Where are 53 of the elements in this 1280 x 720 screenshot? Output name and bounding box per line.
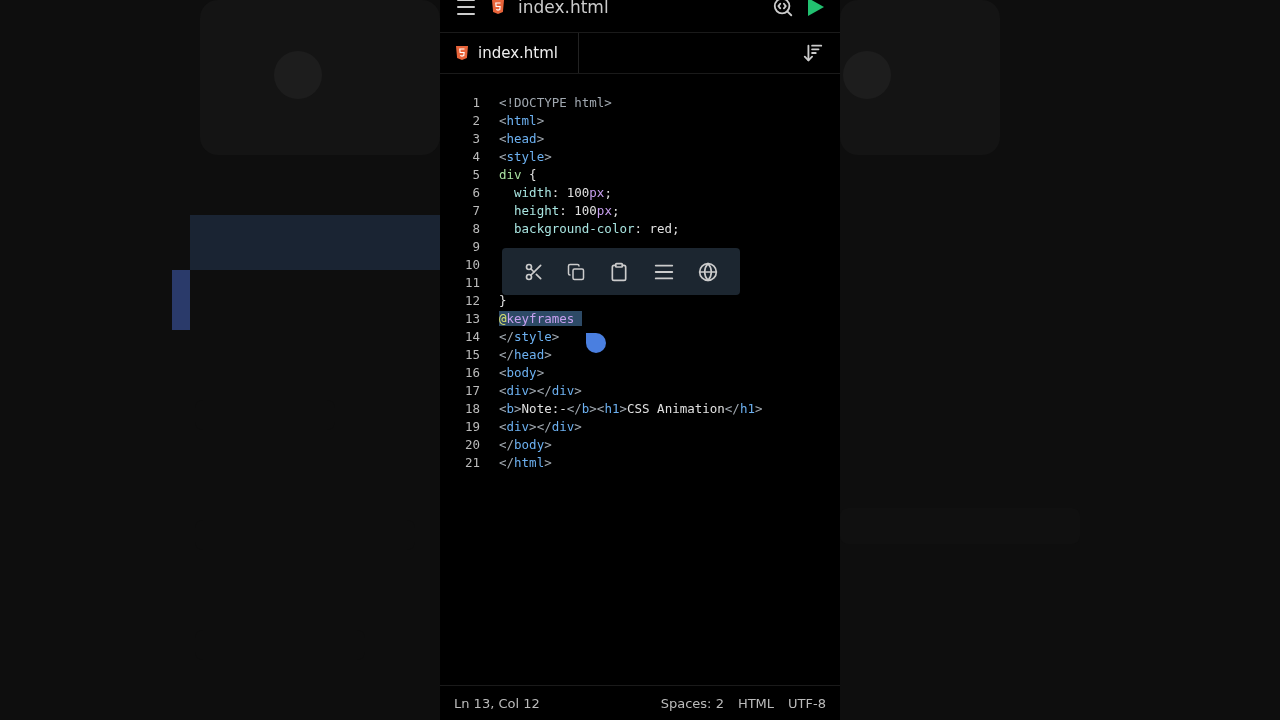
code-line: <!DOCTYPE html>: [499, 94, 612, 110]
file-title: index.html: [518, 0, 610, 17]
play-icon[interactable]: [808, 0, 824, 16]
file-tab[interactable]: index.html: [440, 33, 579, 73]
code-line: <div></div>: [499, 418, 582, 434]
line-number: 3: [471, 130, 481, 146]
line-number: 13: [463, 310, 481, 326]
line-number: 21: [463, 454, 481, 470]
line-number: 17: [463, 382, 481, 398]
line-number: 9: [471, 238, 481, 254]
line-number: 16: [463, 364, 481, 380]
cut-icon[interactable]: [523, 261, 544, 282]
code-line: </head>: [499, 346, 552, 362]
code-line: <head>: [499, 130, 545, 146]
line-number: 2: [471, 112, 481, 128]
line-number: 5: [471, 166, 481, 182]
clipboard-icon[interactable]: [609, 261, 629, 282]
globe-icon[interactable]: [698, 261, 719, 282]
line-number: 1: [471, 94, 481, 110]
line-number: 11: [463, 274, 481, 290]
line-number: 6: [471, 184, 481, 200]
language-mode: HTML: [737, 695, 775, 711]
code-line: <style>: [499, 148, 552, 164]
line-number: 8: [471, 220, 481, 236]
code-line: </html>: [499, 454, 552, 470]
line-number: 10: [463, 256, 481, 272]
selection-handle[interactable]: [586, 333, 606, 353]
code-line: <div></div>: [499, 382, 582, 398]
code-line: <body>: [499, 364, 545, 380]
encoding: UTF-8: [788, 695, 826, 711]
code-line: div {: [499, 166, 537, 182]
line-number: 14: [463, 328, 481, 344]
code-line: background-color: red;: [513, 220, 680, 236]
line-number: 12: [463, 292, 481, 308]
html5-icon: [456, 46, 468, 60]
code-line: width: 100px;: [513, 184, 612, 200]
code-line: <b>Note:-</b><h1>CSS Animation</h1>: [499, 400, 763, 416]
line-number: 15: [463, 346, 481, 362]
line-number: 7: [471, 202, 481, 218]
line-number: 19: [463, 418, 481, 434]
cursor-position: Ln 13, Col 12: [454, 695, 540, 711]
code-line: <html>: [499, 112, 545, 128]
code-line: height: 100px;: [513, 202, 620, 218]
code-line: </body>: [499, 436, 552, 452]
html5-icon: [492, 0, 504, 14]
search-code-icon[interactable]: [772, 0, 794, 18]
code-line: </style>: [499, 328, 560, 344]
code-line: }: [499, 292, 507, 308]
line-number: 18: [463, 400, 481, 416]
indent-setting: Spaces: 2: [660, 695, 724, 711]
line-number: 4: [471, 148, 481, 164]
line-number: 20: [463, 436, 481, 452]
copy-icon[interactable]: [567, 262, 586, 281]
